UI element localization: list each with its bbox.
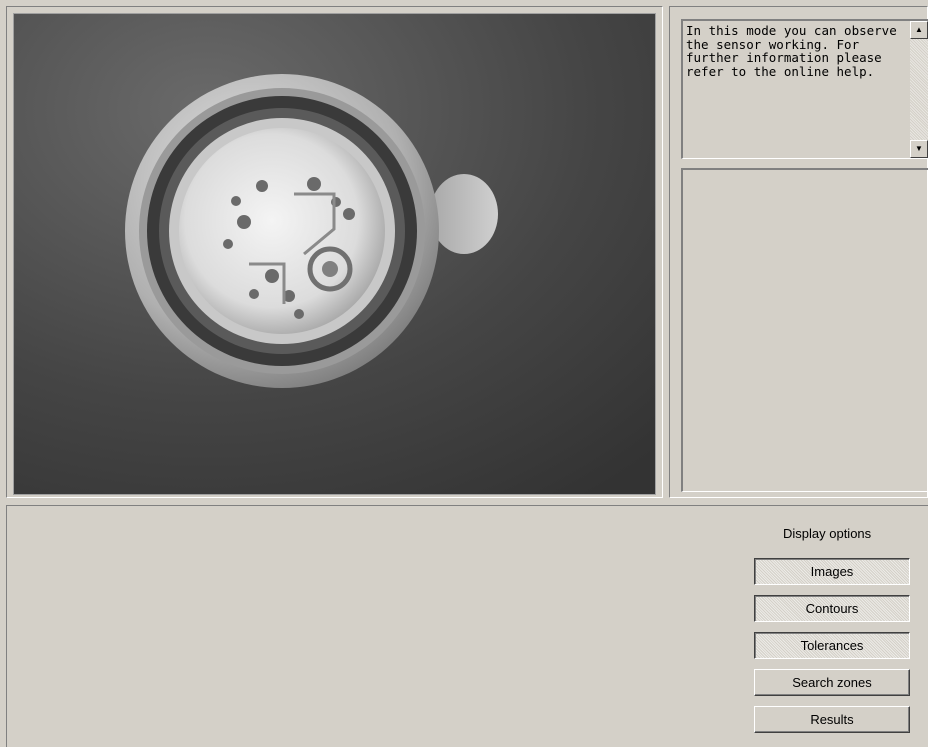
info-text-box[interactable]: In this mode you can observe the sensor … [681, 19, 928, 159]
info-text: In this mode you can observe the sensor … [686, 23, 905, 79]
info-scrollbar[interactable]: ▲ ▼ [910, 21, 928, 158]
camera-live-image [13, 13, 656, 495]
side-panel: In this mode you can observe the sensor … [669, 6, 928, 498]
camera-image-drawing [14, 14, 655, 494]
results-panel [681, 168, 928, 492]
contours-toggle-button[interactable]: Contours [754, 595, 910, 622]
search-zones-toggle-button[interactable]: Search zones [754, 669, 910, 696]
sensor-window: In this mode you can observe the sensor … [0, 0, 928, 747]
scroll-up-arrow-icon[interactable]: ▲ [910, 21, 928, 39]
scroll-down-arrow-icon[interactable]: ▼ [910, 140, 928, 158]
tolerances-toggle-button[interactable]: Tolerances [754, 632, 910, 659]
camera-panel [6, 6, 663, 498]
display-options-title: Display options [783, 526, 872, 541]
images-toggle-button[interactable]: Images [754, 558, 910, 585]
results-toggle-button[interactable]: Results [754, 706, 910, 733]
